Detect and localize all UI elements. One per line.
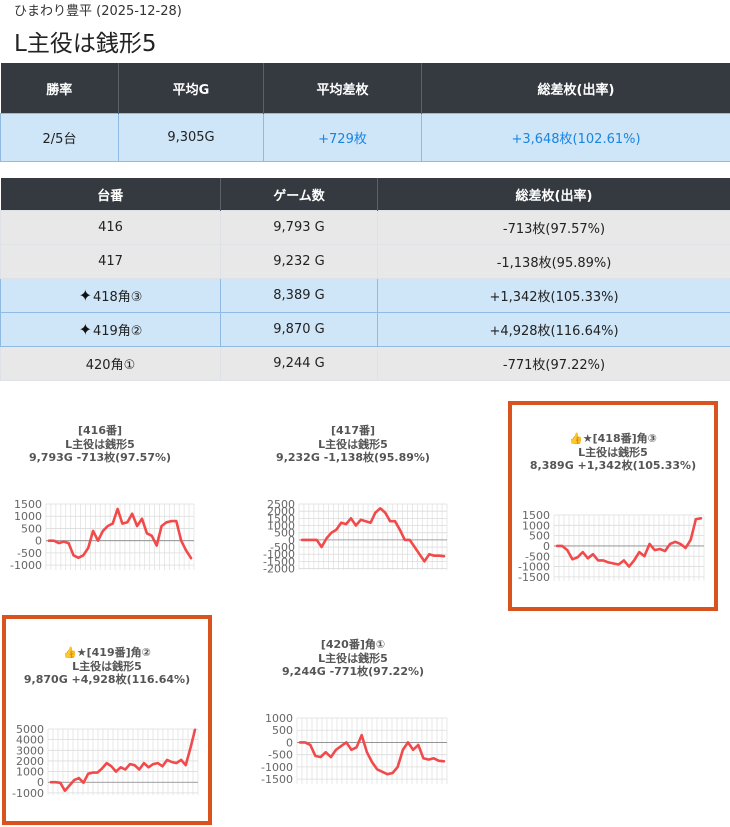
summary-header-row: 勝率 平均G 平均差枚 総差枚(出率) — [0, 63, 730, 114]
machine-games: 9,793 G — [220, 210, 378, 245]
header-win-rate: 勝率 — [0, 63, 119, 114]
y-tick-label: -1500 — [261, 773, 293, 786]
y-tick-label: 1000 — [265, 712, 293, 725]
line-chart: 150010005000-500-1000-1500 — [518, 509, 705, 584]
machine-diff: -1,138枚(95.89%) — [377, 244, 730, 279]
table-row[interactable]: 416 9,793 G -713枚(97.57%) — [0, 210, 730, 245]
machine-diff: -713枚(97.57%) — [377, 210, 730, 245]
machine-games: 8,389 G — [220, 278, 378, 313]
machine-number: 419角② — [92, 324, 143, 339]
machine-diff: +4,928枚(116.64%) — [377, 312, 730, 347]
total-diff-value: +3,648枚(102.61%) — [421, 113, 730, 162]
page-title: L主役は銭形5 — [14, 31, 157, 57]
table-row[interactable]: 417 9,232 G -1,138枚(95.89%) — [0, 244, 730, 279]
machine-diff: +1,342枚(105.33%) — [377, 278, 730, 313]
machine-games: 9,870 G — [220, 312, 378, 347]
y-tick-label: -2000 — [263, 563, 295, 576]
machine-number-cell: ✦419角② — [0, 312, 221, 347]
header-total-diff: 総差枚(出率) — [421, 63, 730, 114]
avg-diff-value: +729枚 — [263, 113, 422, 162]
chart-card-420[interactable]: [420番]角① L主役は銭形5 9,244G -771枚(97.22%) 10… — [253, 614, 453, 814]
summary-row: 2/5台 9,305G +729枚 +3,648枚(102.61%) — [0, 113, 730, 162]
y-tick-label: 500 — [21, 522, 42, 535]
y-tick-label: -500 — [17, 547, 42, 560]
y-tick-label: 0 — [286, 736, 293, 749]
y-tick-label: -1000 — [10, 559, 42, 572]
machine-header-row: 台番 ゲーム数 総差枚(出率) — [0, 178, 730, 211]
sparkles-icon: ✦ — [78, 320, 92, 339]
header-avg-games: 平均G — [118, 63, 264, 114]
avg-games-value: 9,305G — [118, 113, 264, 162]
chart-card-417[interactable]: [417番] L主役は銭形5 9,232G -1,138枚(95.89%) 25… — [253, 400, 453, 600]
machine-table: 台番 ゲーム数 総差枚(出率) 416 9,793 G -713枚(97.57%… — [0, 178, 730, 381]
y-tick-label: -1500 — [518, 571, 550, 584]
machine-number: 418角③ — [92, 290, 143, 305]
y-tick-label: -500 — [268, 749, 293, 762]
y-tick-label: 500 — [272, 724, 293, 737]
table-row[interactable]: 420角① 9,244 G -771枚(97.22%) — [0, 346, 730, 381]
summary-table: 勝率 平均G 平均差枚 総差枚(出率) 2/5台 9,305G +729枚 +3… — [0, 63, 730, 162]
y-tick-label: 0 — [35, 535, 42, 548]
y-tick-label: 1500 — [14, 498, 42, 511]
line-chart: 150010005000-500-1000 — [10, 498, 195, 572]
table-row[interactable]: ✦418角③ 8,389 G +1,342枚(105.33%) — [0, 278, 730, 313]
machine-number: 420角① — [0, 346, 221, 381]
y-tick-label: -1000 — [12, 787, 44, 800]
header-machine-number: 台番 — [0, 178, 221, 211]
chart-card-418[interactable]: 👍★[418番]角③ L主役は銭形5 8,389G +1,342枚(105.33… — [508, 401, 718, 611]
y-tick-label: -1000 — [261, 761, 293, 774]
line-chart: 500040003000200010000-1000 — [12, 723, 199, 800]
machine-games: 9,232 G — [220, 244, 378, 279]
line-chart: 25002000150010005000-500-1000-1500-2000 — [263, 498, 448, 576]
machine-number: 417 — [0, 244, 221, 279]
header-avg-diff: 平均差枚 — [263, 63, 422, 114]
win-rate-value: 2/5台 — [0, 113, 119, 162]
header-machine-diff: 総差枚(出率) — [377, 178, 730, 211]
store-date-subtitle: ひまわり豊平 (2025-12-28) — [14, 4, 182, 19]
machine-number-cell: ✦418角③ — [0, 278, 221, 313]
table-row[interactable]: ✦419角② 9,870 G +4,928枚(116.64%) — [0, 312, 730, 347]
sparkles-icon: ✦ — [78, 286, 92, 305]
y-tick-label: 1000 — [14, 510, 42, 523]
chart-card-419[interactable]: 👍★[419番]角② L主役は銭形5 9,870G +4,928枚(116.64… — [2, 615, 212, 825]
line-chart: 10005000-500-1000-1500 — [261, 712, 448, 786]
chart-card-416[interactable]: [416番] L主役は銭形5 9,793G -713枚(97.57%) 1500… — [0, 400, 200, 600]
header-games: ゲーム数 — [220, 178, 378, 211]
machine-number: 416 — [0, 210, 221, 245]
machine-diff: -771枚(97.22%) — [377, 346, 730, 381]
machine-games: 9,244 G — [220, 346, 378, 381]
